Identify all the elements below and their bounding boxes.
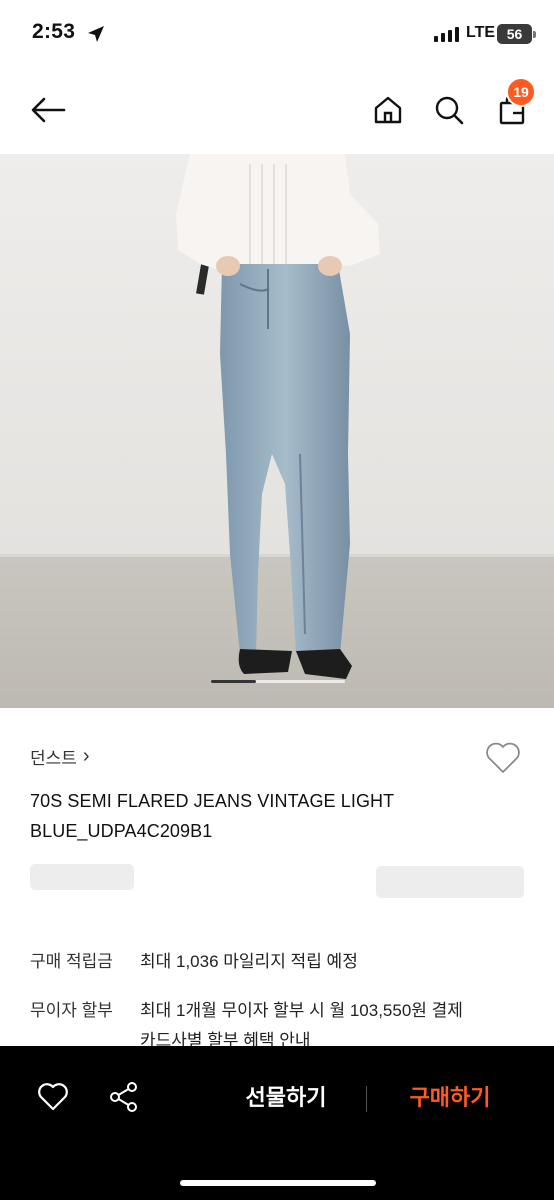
like-button[interactable]	[483, 738, 523, 778]
home-indicator[interactable]	[180, 1180, 376, 1186]
home-button[interactable]	[366, 88, 410, 132]
back-button[interactable]	[26, 88, 70, 132]
chevron-right-icon: ›	[82, 745, 90, 767]
info-label: 구매 적립금	[30, 952, 113, 971]
info-value: 최대 1개월 무이자 할부 시 월 103,550원 결제	[140, 1001, 463, 1020]
image-carousel-indicator	[211, 680, 345, 683]
bottom-action-bar: 선물하기 구매하기	[0, 1046, 554, 1200]
heart-icon	[486, 742, 520, 773]
search-icon	[435, 96, 464, 125]
home-icon	[374, 96, 402, 124]
carousel-active-segment	[211, 680, 256, 683]
heart-icon	[38, 1083, 68, 1111]
status-bar: 2:53 LTE 56	[0, 0, 554, 66]
top-navigation	[0, 66, 554, 154]
divider	[366, 1086, 367, 1112]
wishlist-button[interactable]	[36, 1080, 70, 1114]
info-value: 최대 1,036 마일리지 적립 예정	[140, 952, 358, 971]
back-arrow-icon	[31, 97, 66, 123]
signal-strength-icon	[434, 26, 459, 42]
product-title: 70S SEMI FLARED JEANS VINTAGE LIGHT BLUE…	[30, 791, 394, 841]
location-arrow-icon	[88, 26, 104, 42]
brand-name: 던스트	[30, 749, 77, 768]
search-button[interactable]	[427, 88, 471, 132]
share-button[interactable]	[107, 1080, 141, 1114]
network-type: LTE	[466, 24, 496, 41]
status-time: 2:53	[32, 20, 76, 43]
share-icon	[110, 1082, 137, 1112]
battery-level: 56	[506, 26, 523, 42]
product-image[interactable]	[0, 154, 554, 708]
battery-icon: 56	[497, 24, 536, 44]
brand-link[interactable]: 던스트 ›	[30, 744, 90, 769]
info-row-points: 구매 적립금 최대 1,036 마일리지 적립 예정	[30, 948, 530, 976]
gift-button[interactable]: 선물하기	[224, 1080, 348, 1116]
cart-count-badge: 19	[506, 77, 536, 107]
buy-button[interactable]: 구매하기	[388, 1080, 512, 1116]
loading-placeholder-action	[376, 866, 524, 898]
loading-placeholder-price	[30, 864, 134, 890]
product-photo	[0, 154, 554, 708]
